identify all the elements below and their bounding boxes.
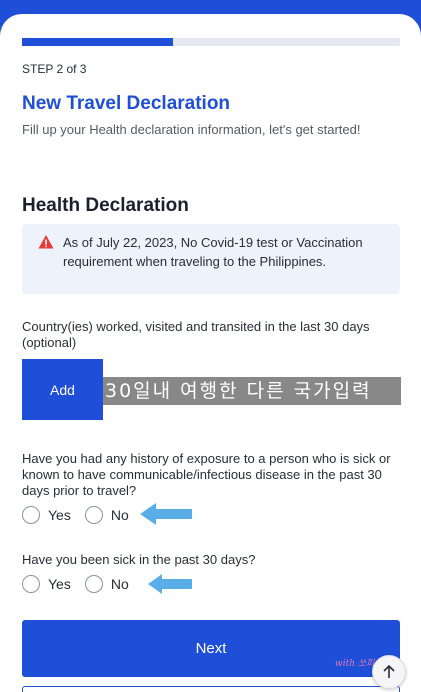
- arrow-up-icon: [383, 664, 395, 678]
- scroll-to-top-button[interactable]: [372, 655, 406, 689]
- radio-circle[interactable]: [84, 506, 103, 524]
- exposure-yes-radio[interactable]: Yes: [22, 506, 71, 524]
- sick-yes-radio[interactable]: Yes: [22, 575, 71, 593]
- exposure-no-radio[interactable]: No: [84, 506, 129, 524]
- warning-triangle-icon: [38, 235, 54, 249]
- radio-label: No: [110, 507, 129, 523]
- form-sheet: STEP 2 of 3 New Travel Declaration Fill …: [0, 14, 421, 692]
- overlay-caption: 30일내 여행한 다른 국가입력: [103, 377, 401, 405]
- progress-bar-fill: [22, 38, 174, 46]
- radio-label: Yes: [48, 507, 71, 523]
- alert-text: As of July 22, 2023, No Covid-19 test or…: [63, 235, 363, 269]
- info-alert: As of July 22, 2023, No Covid-19 test or…: [22, 224, 400, 294]
- radio-circle[interactable]: [22, 575, 40, 593]
- radio-label: No: [110, 576, 129, 592]
- page-title: New Travel Declaration: [22, 93, 231, 114]
- sick-no-radio[interactable]: No: [84, 575, 129, 593]
- add-country-button[interactable]: Add: [22, 359, 103, 420]
- secondary-button[interactable]: [22, 686, 400, 692]
- countries-label: Country(ies) worked, visited and transit…: [22, 319, 370, 350]
- progress-bar: [22, 38, 400, 46]
- radio-circle[interactable]: [22, 506, 40, 524]
- question-exposure-label: Have you had any history of exposure to …: [22, 451, 391, 498]
- left-arrow-icon: [148, 574, 192, 594]
- left-arrow-icon: [140, 503, 192, 525]
- section-title: Health Declaration: [22, 195, 189, 216]
- page-subtitle: Fill up your Health declaration informat…: [22, 122, 361, 137]
- question-sick-options: Yes No: [22, 575, 143, 593]
- step-label: STEP 2 of 3: [22, 62, 87, 76]
- radio-circle[interactable]: [84, 575, 103, 593]
- radio-label: Yes: [48, 576, 71, 592]
- question-sick-label: Have you been sick in the past 30 days?: [22, 552, 256, 567]
- question-exposure-options: Yes No: [22, 506, 143, 524]
